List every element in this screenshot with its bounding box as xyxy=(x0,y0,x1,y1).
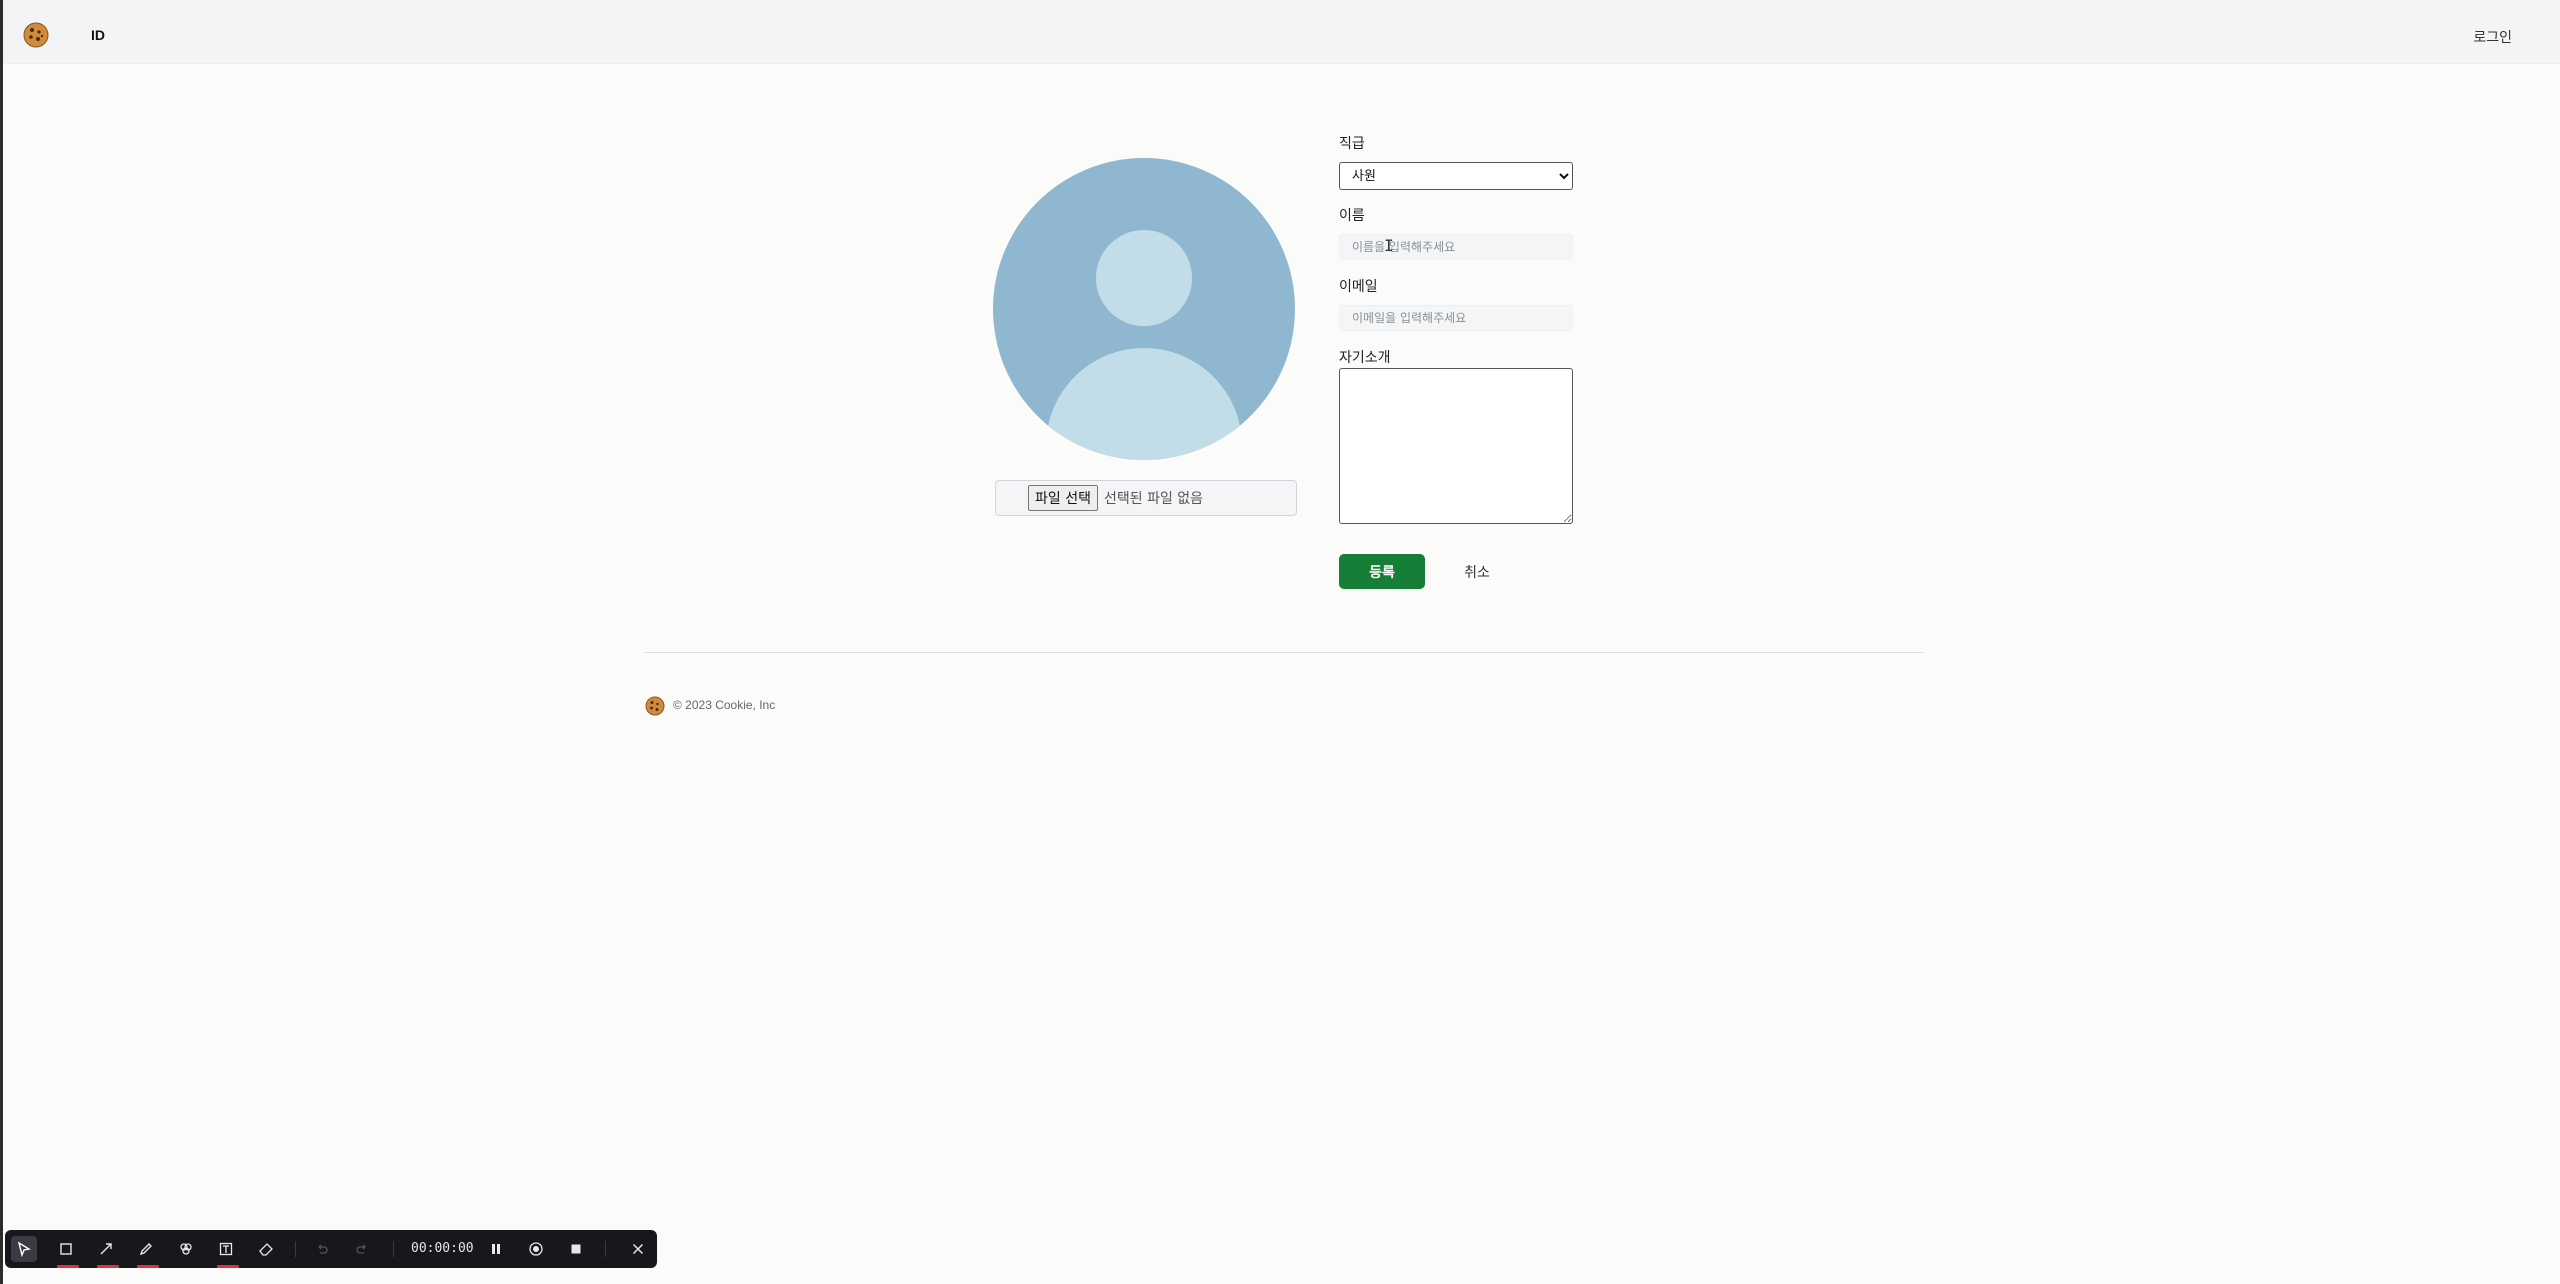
arrow-icon[interactable] xyxy=(91,1230,121,1268)
name-label: 이름 xyxy=(1339,208,1365,224)
site-id-label[interactable]: ID xyxy=(91,27,105,43)
close-icon[interactable] xyxy=(623,1230,653,1268)
avatar-head-shape xyxy=(1096,230,1192,326)
toolbar-separator xyxy=(605,1241,606,1257)
eraser-icon[interactable] xyxy=(251,1230,281,1268)
bio-label: 자기소개 xyxy=(1339,350,1391,366)
highlighter-icon[interactable] xyxy=(171,1230,201,1268)
file-status-text: 선택된 파일 없음 xyxy=(1103,491,1204,507)
submit-button[interactable]: 등록 xyxy=(1339,554,1425,589)
position-label: 직급 xyxy=(1339,136,1365,152)
cookie-footer-icon xyxy=(645,696,665,716)
toolbar-separator xyxy=(393,1241,394,1257)
top-navbar: ID 로그인 xyxy=(3,0,2560,64)
footer-divider xyxy=(645,652,1923,653)
toolbar-separator xyxy=(295,1241,296,1257)
cancel-button[interactable]: 취소 xyxy=(1447,554,1507,589)
profile-image-file-input[interactable]: 파일 선택 선택된 파일 없음 xyxy=(995,480,1297,516)
position-select[interactable]: 사원 xyxy=(1339,162,1573,190)
email-input[interactable] xyxy=(1339,305,1573,331)
recording-timer: 00:00:00 xyxy=(411,1241,474,1256)
choose-file-button[interactable]: 파일 선택 xyxy=(1028,485,1098,511)
avatar-body-shape xyxy=(1046,348,1242,460)
screen-recorder-toolbar: 00:00:00 xyxy=(5,1230,657,1268)
pen-icon[interactable] xyxy=(131,1230,161,1268)
redo-icon[interactable] xyxy=(347,1230,377,1268)
stop-icon[interactable] xyxy=(561,1230,591,1268)
cookie-logo-icon[interactable] xyxy=(23,22,49,48)
profile-avatar xyxy=(993,158,1295,460)
select-icon[interactable] xyxy=(11,1236,37,1262)
bio-textarea[interactable] xyxy=(1339,368,1573,524)
name-input[interactable] xyxy=(1339,234,1573,260)
footer-copyright: © 2023 Cookie, Inc xyxy=(673,698,776,712)
pause-icon[interactable] xyxy=(481,1230,511,1268)
text-icon[interactable] xyxy=(211,1230,241,1268)
record-icon[interactable] xyxy=(521,1230,551,1268)
email-label: 이메일 xyxy=(1339,279,1378,295)
undo-icon[interactable] xyxy=(307,1230,337,1268)
rectangle-icon[interactable] xyxy=(51,1230,81,1268)
login-link[interactable]: 로그인 xyxy=(2473,27,2512,47)
